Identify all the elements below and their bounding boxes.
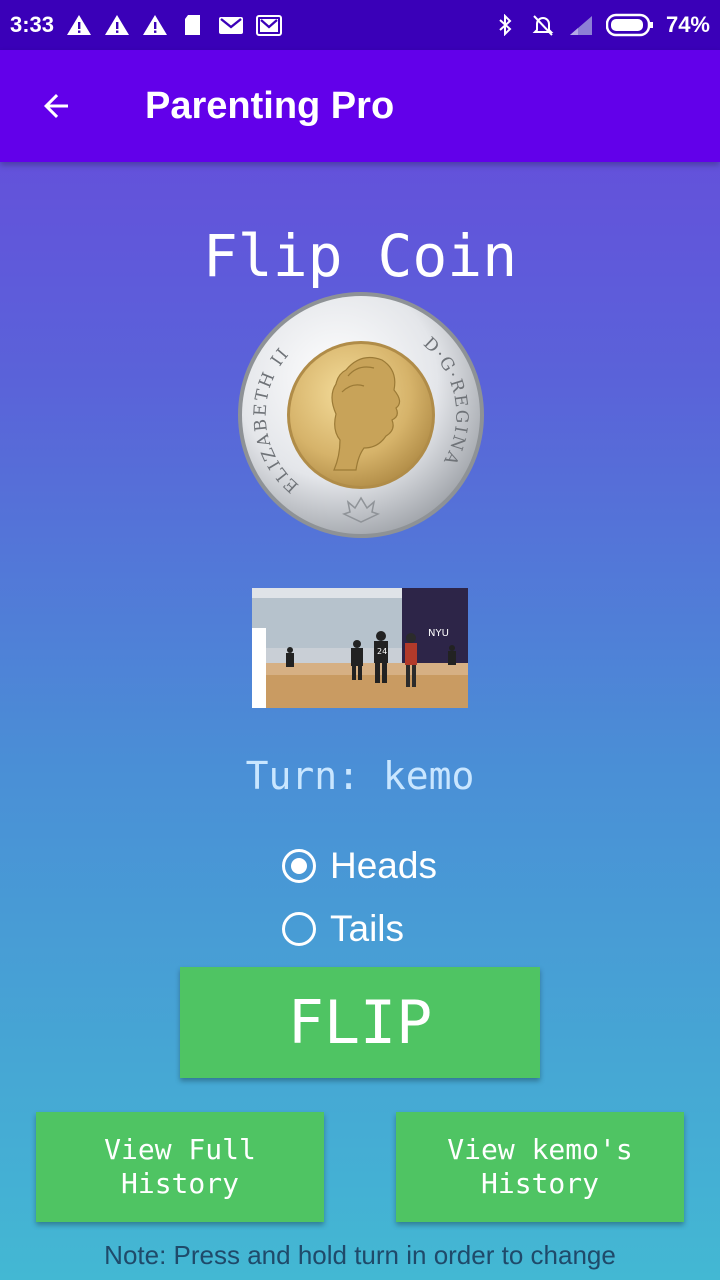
status-right: 74% <box>492 12 710 38</box>
status-left: 3:33 <box>10 12 283 38</box>
turn-label[interactable]: Turn: kemo <box>0 754 720 798</box>
app-bar: Parenting Pro <box>0 50 720 162</box>
radio-tails[interactable]: Tails <box>282 908 404 950</box>
gmail-icon <box>219 17 244 34</box>
status-time: 3:33 <box>10 12 55 37</box>
signal-icon <box>569 16 592 35</box>
flip-button[interactable]: FLIP <box>180 967 540 1078</box>
view-user-history-button[interactable]: View kemo's History <box>396 1112 684 1222</box>
photo-banner-text: NYU <box>428 628 449 639</box>
battery-percent: 74% <box>665 12 710 37</box>
view-full-history-button[interactable]: View Full History <box>36 1112 324 1222</box>
radio-unchecked-icon[interactable] <box>282 912 316 946</box>
radio-heads-label: Heads <box>330 845 437 886</box>
bluetooth-icon <box>499 14 512 36</box>
coin-image[interactable]: ELIZABETH II D·G·REGINA <box>236 290 486 540</box>
radio-heads[interactable]: Heads <box>282 845 437 887</box>
user-photo: NYU 24 <box>252 588 468 708</box>
gmail-icon <box>256 15 283 36</box>
app-title: Parenting Pro <box>145 84 395 127</box>
photo-jersey-number: 24 <box>377 647 387 656</box>
arrow-back-icon <box>44 94 68 118</box>
warning-icon <box>105 15 130 35</box>
status-bar: 3:33 74% <box>0 0 720 50</box>
page-title: Flip Coin <box>202 222 518 290</box>
warning-icon <box>143 15 168 35</box>
battery-icon <box>605 13 653 37</box>
notifications-off-icon <box>532 15 554 36</box>
warning-icon <box>67 15 92 35</box>
sd-card-icon <box>185 15 201 35</box>
note-text: Note: Press and hold turn in order to ch… <box>104 1240 616 1270</box>
radio-checked-icon[interactable] <box>282 849 316 883</box>
radio-tails-label: Tails <box>330 908 405 949</box>
back-button[interactable] <box>0 50 112 162</box>
